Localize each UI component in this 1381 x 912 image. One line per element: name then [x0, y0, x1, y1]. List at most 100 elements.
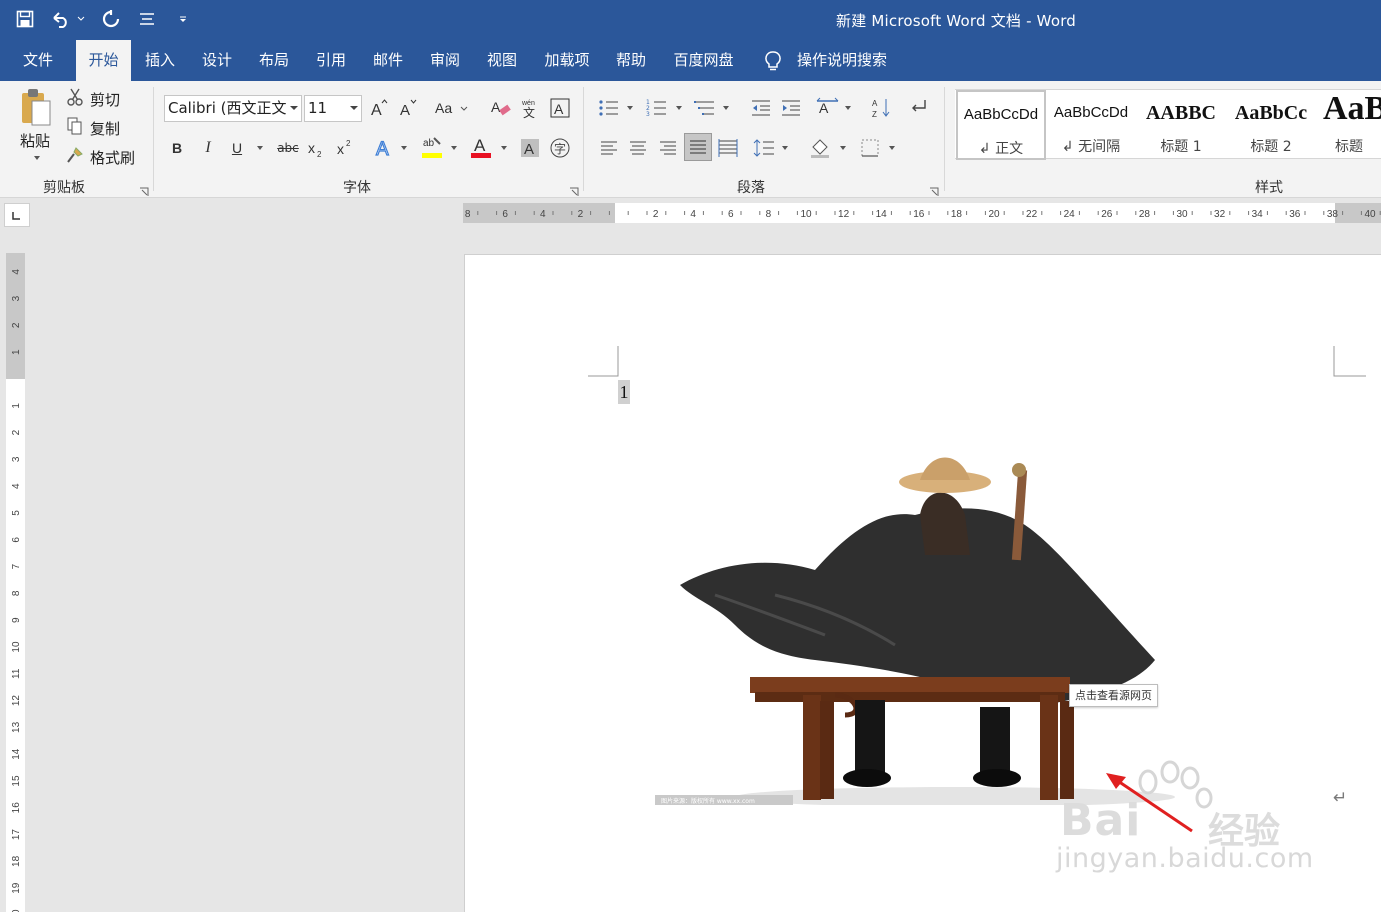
style-name: 标题 2 — [1250, 139, 1292, 155]
clipboard-launcher-icon[interactable] — [139, 182, 149, 196]
style-name: ↲ 无间隔 — [1061, 139, 1121, 155]
italic-icon[interactable]: I — [197, 136, 219, 160]
paste-dropdown-icon[interactable] — [34, 156, 40, 160]
line-spacing-dropdown-icon[interactable] — [782, 146, 788, 150]
undo-dropdown-icon[interactable] — [76, 8, 86, 30]
numbering-icon[interactable]: 123 — [645, 96, 669, 120]
svg-text:ab: ab — [423, 138, 435, 149]
numbering-dropdown-icon[interactable] — [676, 106, 682, 110]
touch-mode-icon[interactable] — [136, 8, 158, 30]
ruler-label: 3 — [11, 456, 22, 462]
clear-formatting-icon[interactable]: A — [489, 96, 513, 120]
change-case-icon[interactable]: Aa — [434, 96, 470, 120]
underline-dropdown-icon[interactable] — [257, 146, 263, 150]
align-right-icon[interactable] — [656, 136, 680, 160]
inserted-picture[interactable]: 图片来源：版权所有 www.xx.com — [655, 445, 1175, 805]
tab-addins[interactable]: 加载项 — [537, 40, 597, 81]
text-effects-icon[interactable]: A — [372, 136, 396, 160]
multilevel-list-icon[interactable] — [693, 96, 717, 120]
underline-icon[interactable]: U — [226, 136, 248, 160]
font-color-icon[interactable]: A — [469, 133, 493, 161]
style-normal[interactable]: AaBbCcDd ↲ 正文 — [956, 90, 1046, 160]
shading-icon[interactable] — [808, 136, 832, 160]
chinese-layout-dropdown-icon[interactable] — [845, 106, 851, 110]
tab-references[interactable]: 引用 — [307, 40, 355, 81]
cut-button[interactable]: 剪切 — [90, 89, 120, 110]
svg-text:A: A — [400, 102, 410, 118]
tab-file[interactable]: 文件 — [14, 40, 62, 81]
enclose-characters-icon[interactable]: 字 — [548, 136, 572, 160]
increase-indent-icon[interactable] — [779, 96, 803, 120]
superscript-icon[interactable]: x2 — [335, 136, 357, 160]
bullets-icon[interactable] — [597, 96, 621, 120]
tell-me-search[interactable]: 操作说明搜索 — [790, 40, 894, 81]
style-heading-2[interactable]: AaBbCc 标题 2 — [1227, 90, 1315, 160]
format-painter-icon — [66, 146, 84, 164]
character-shading-icon[interactable]: A — [518, 136, 542, 160]
tab-mailings[interactable]: 邮件 — [364, 40, 412, 81]
multilevel-dropdown-icon[interactable] — [723, 106, 729, 110]
tab-selector[interactable] — [4, 203, 30, 227]
font-name-select[interactable]: Calibri (西文正文 — [164, 95, 302, 122]
redo-icon[interactable] — [100, 8, 122, 30]
shading-dropdown-icon[interactable] — [840, 146, 846, 150]
align-center-icon[interactable] — [626, 136, 650, 160]
horizontal-ruler[interactable]: 8 6 4 2 2 4 6 8 10 12 14 16 18 20 22 24 26 28 30 32 34 36 38 40 — [463, 203, 1381, 223]
format-painter-button[interactable]: 格式刷 — [90, 147, 135, 168]
shrink-font-icon[interactable]: A — [397, 96, 419, 120]
bold-icon[interactable]: B — [166, 136, 188, 160]
chinese-layout-icon[interactable]: A — [815, 96, 841, 120]
save-icon[interactable] — [14, 8, 36, 30]
ruler-label: 12 — [838, 209, 850, 220]
subscript-icon[interactable]: x2 — [306, 136, 328, 160]
highlight-color-icon[interactable]: ab — [419, 133, 445, 161]
style-title[interactable]: AaB 标题 — [1317, 90, 1381, 160]
grow-font-icon[interactable]: A — [368, 96, 390, 120]
tab-design[interactable]: 设计 — [193, 40, 241, 81]
word-window: { "window": { "title": "新建 Microsoft Wor… — [0, 0, 1381, 912]
font-color-dropdown-icon[interactable] — [501, 146, 507, 150]
highlight-dropdown-icon[interactable] — [451, 146, 457, 150]
style-heading-1[interactable]: AABBC 标题 1 — [1137, 90, 1225, 160]
ruler-label: 2 — [578, 209, 584, 220]
view-source-tooltip[interactable]: 点击查看源网页 — [1069, 684, 1158, 707]
tab-review[interactable]: 审阅 — [421, 40, 469, 81]
distributed-icon[interactable] — [716, 136, 740, 160]
justify-icon[interactable] — [684, 133, 712, 161]
tab-baidu-netdisk[interactable]: 百度网盘 — [665, 40, 742, 81]
paragraph-launcher-icon[interactable] — [929, 182, 939, 196]
undo-icon[interactable] — [50, 8, 72, 30]
vertical-ruler[interactable]: 43211234567891011121314151617181920 — [6, 253, 25, 912]
bullets-dropdown-icon[interactable] — [627, 106, 633, 110]
page-number-field[interactable]: 1 — [618, 380, 630, 404]
ruler-label: 20 — [988, 209, 1000, 220]
quick-access-toolbar — [14, 8, 194, 30]
text-effects-dropdown-icon[interactable] — [401, 146, 407, 150]
align-left-icon[interactable] — [597, 136, 621, 160]
borders-icon[interactable] — [858, 136, 882, 160]
borders-dropdown-icon[interactable] — [889, 146, 895, 150]
copy-button[interactable]: 复制 — [90, 118, 120, 139]
phonetic-guide-icon[interactable]: wén 文 — [518, 96, 542, 120]
tab-insert[interactable]: 插入 — [136, 40, 184, 81]
show-hide-marks-icon[interactable] — [906, 96, 930, 120]
watermark-brand: Bai — [1060, 795, 1142, 846]
decrease-indent-icon[interactable] — [749, 96, 773, 120]
paste-button[interactable]: 粘贴 — [20, 130, 50, 151]
svg-text:A: A — [491, 99, 501, 115]
lightbulb-icon[interactable] — [763, 50, 783, 72]
paste-icon[interactable] — [16, 87, 56, 127]
style-name: 标题 1 — [1160, 139, 1202, 155]
font-size-select[interactable]: 11 — [304, 95, 362, 122]
style-no-spacing[interactable]: AaBbCcDd ↲ 无间隔 — [1047, 90, 1135, 160]
tab-home[interactable]: 开始 — [76, 40, 131, 81]
sort-icon[interactable]: AZ — [870, 96, 894, 120]
tab-help[interactable]: 帮助 — [607, 40, 655, 81]
tab-layout[interactable]: 布局 — [250, 40, 298, 81]
font-launcher-icon[interactable] — [569, 182, 579, 196]
customize-qat-icon[interactable] — [172, 8, 194, 30]
tab-view[interactable]: 视图 — [478, 40, 526, 81]
line-spacing-icon[interactable] — [752, 136, 776, 160]
character-border-icon[interactable]: A — [548, 96, 572, 120]
strikethrough-icon[interactable]: abc — [274, 136, 302, 160]
